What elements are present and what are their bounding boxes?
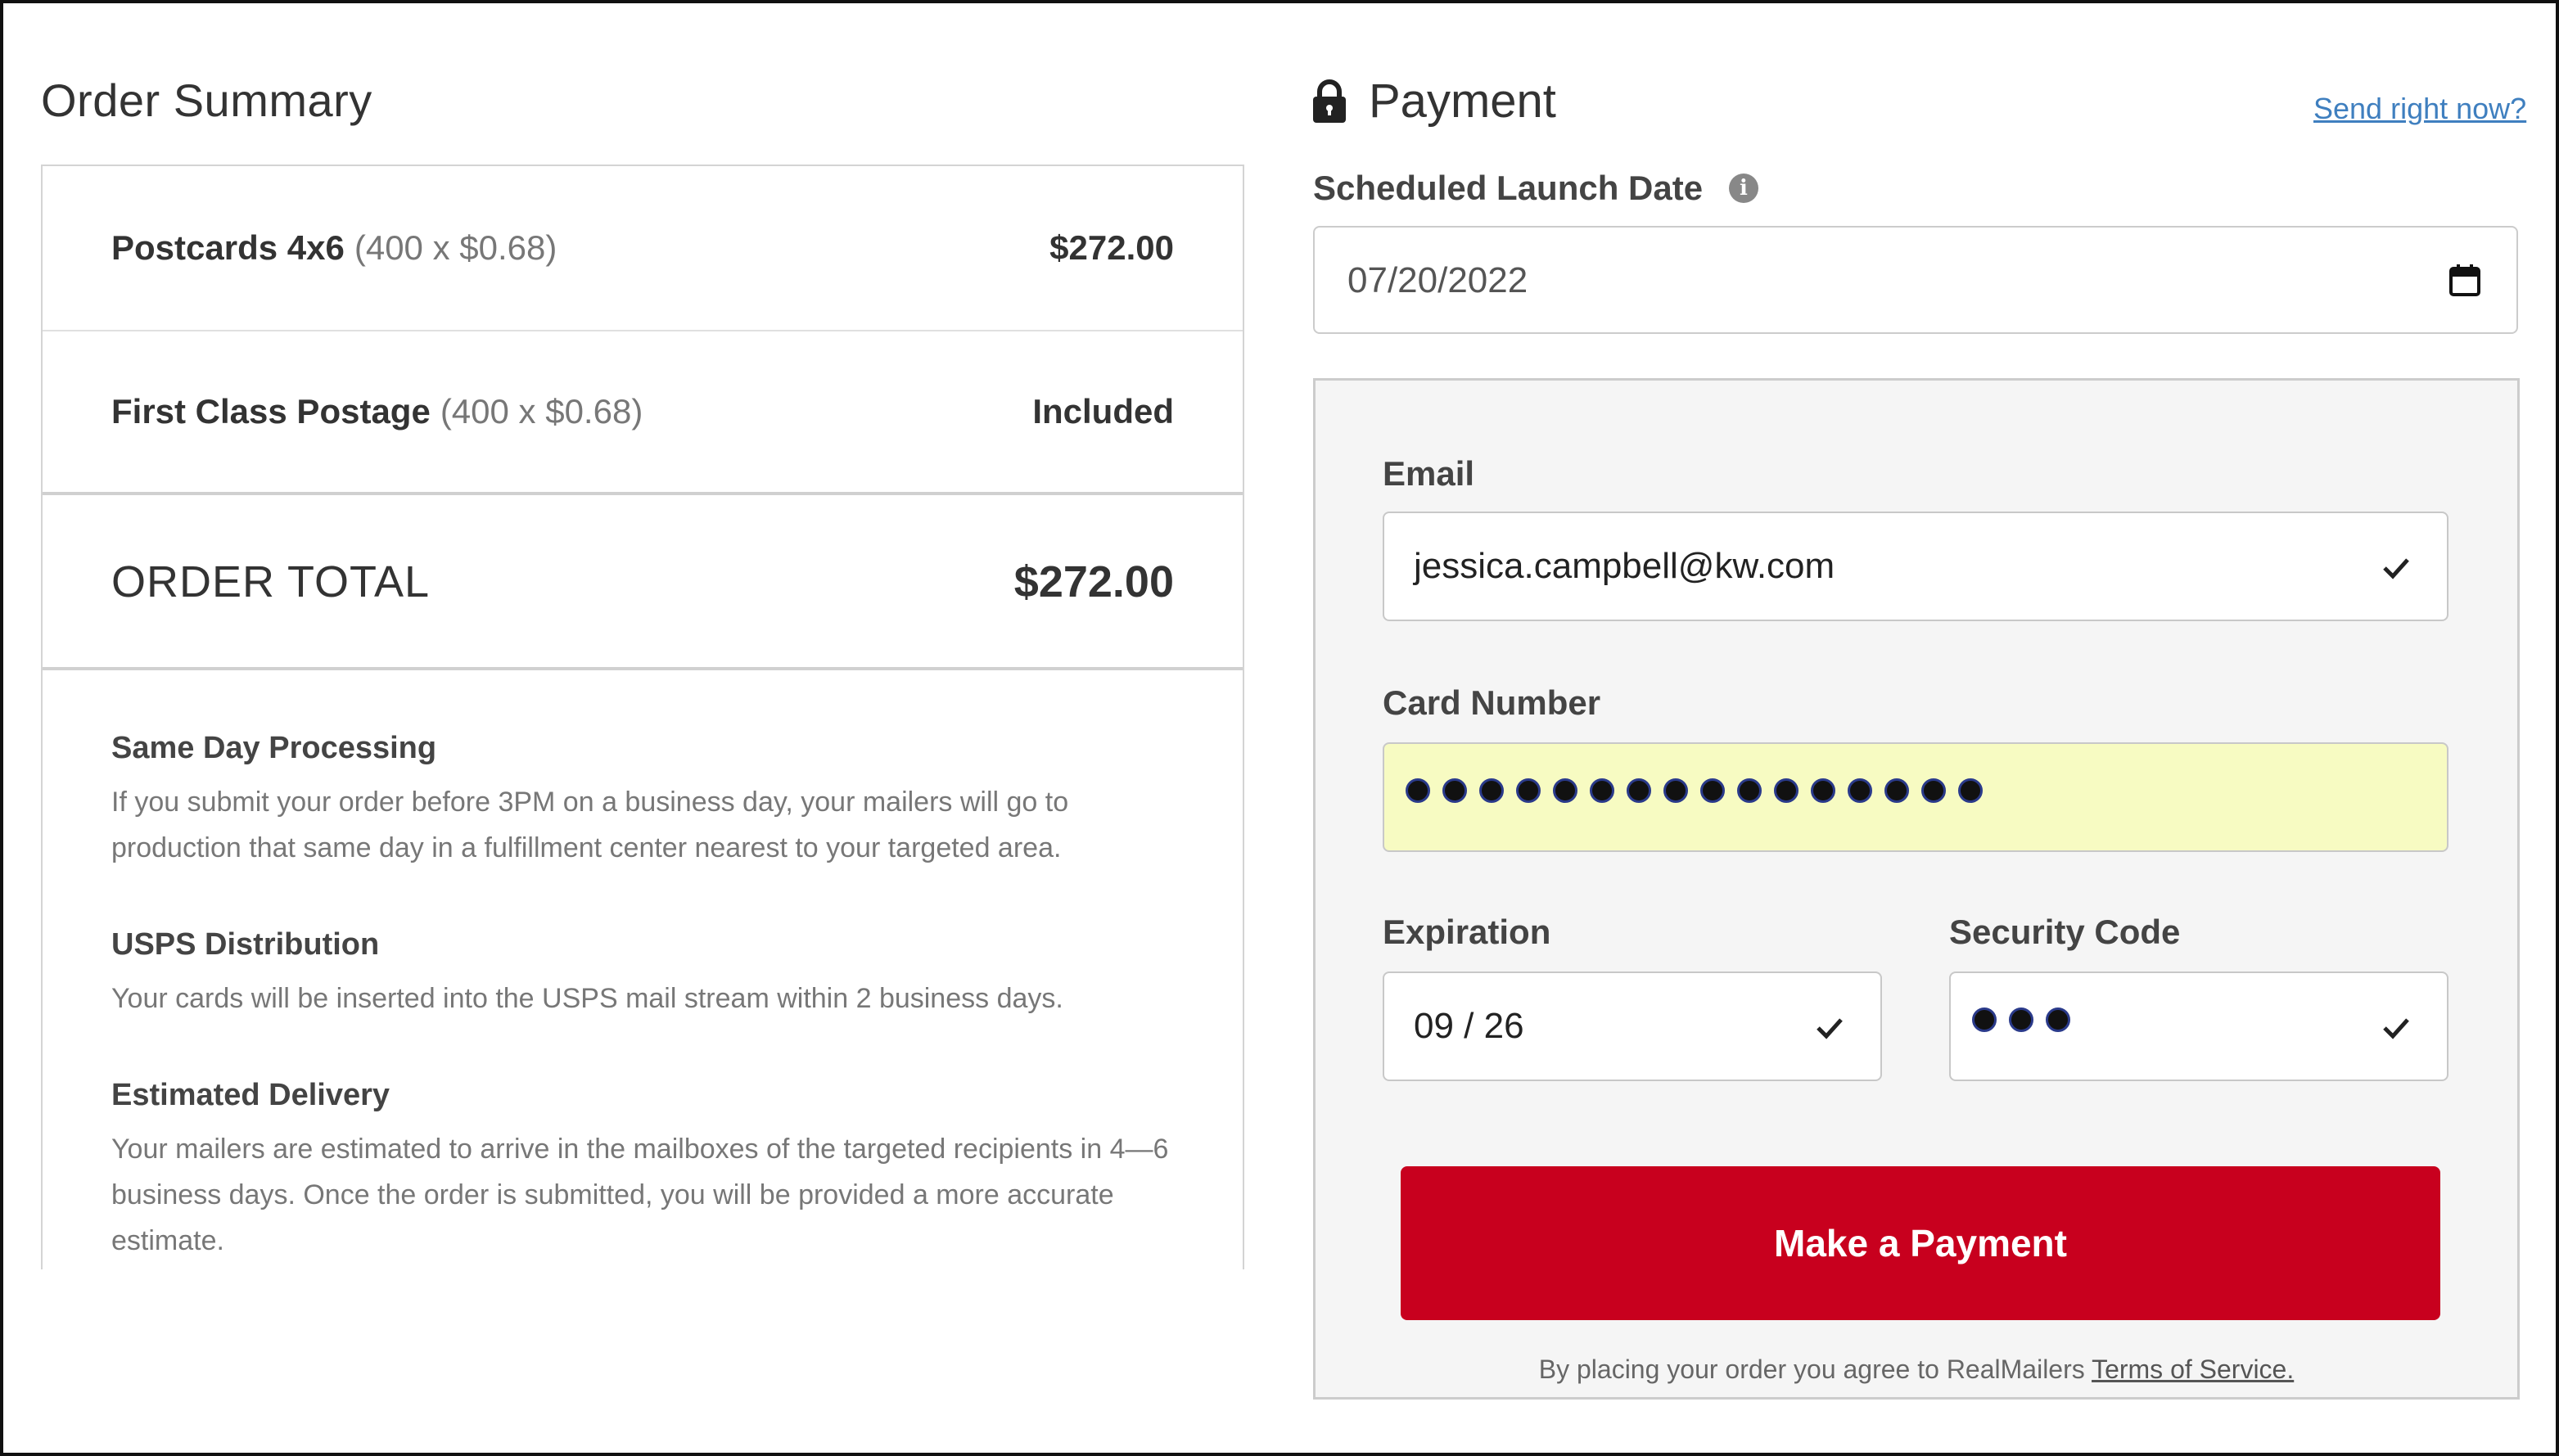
security-code-field[interactable] bbox=[1949, 971, 2448, 1081]
line-item-description: First Class Postage (400 x $0.68) bbox=[111, 392, 643, 431]
mask-dot bbox=[1884, 778, 1909, 803]
launch-date-input[interactable]: 07/20/2022 bbox=[1313, 226, 2518, 334]
line-item-name: Postcards 4x6 bbox=[111, 228, 345, 267]
mask-dot bbox=[1958, 778, 1983, 803]
mask-dot bbox=[1406, 778, 1430, 803]
mask-dot bbox=[1737, 778, 1762, 803]
make-payment-button[interactable]: Make a Payment bbox=[1401, 1166, 2440, 1320]
line-item: Postcards 4x6 (400 x $0.68) $272.00 bbox=[43, 166, 1243, 331]
launch-date-label: Scheduled Launch Date bbox=[1313, 169, 1704, 207]
terms-text: By placing your order you agree to RealM… bbox=[1538, 1355, 2085, 1384]
payment-title: Payment bbox=[1369, 74, 1556, 128]
mask-dot bbox=[1627, 778, 1651, 803]
terms-of-service-link[interactable]: Terms of Service. bbox=[2092, 1355, 2294, 1384]
email-field[interactable]: jessica.campbell@kw.com bbox=[1383, 512, 2448, 621]
expiration-value: 09 / 26 bbox=[1414, 1006, 1524, 1046]
expiration-field[interactable]: 09 / 26 bbox=[1383, 971, 1882, 1081]
info-icon[interactable]: i bbox=[1729, 174, 1758, 203]
line-item-description: Postcards 4x6 (400 x $0.68) bbox=[111, 228, 557, 268]
expiration-label: Expiration bbox=[1383, 913, 1551, 951]
line-item-detail: (400 x $0.68) bbox=[440, 392, 643, 430]
line-item: First Class Postage (400 x $0.68) Include… bbox=[43, 331, 1243, 495]
security-code-mask bbox=[1972, 1007, 2070, 1032]
order-total-label: ORDER TOTAL bbox=[111, 557, 431, 606]
info-estimated-delivery: Estimated Delivery Your mailers are esti… bbox=[111, 1078, 1192, 1264]
email-value: jessica.campbell@kw.com bbox=[1414, 546, 1835, 586]
order-summary-title: Order Summary bbox=[41, 74, 372, 126]
mask-dot bbox=[1972, 1007, 1997, 1032]
mask-dot bbox=[1774, 778, 1799, 803]
mask-dot bbox=[1479, 778, 1504, 803]
card-number-field[interactable] bbox=[1383, 742, 2448, 852]
info-text: Your mailers are estimated to arrive in … bbox=[111, 1134, 1169, 1256]
mask-dot bbox=[1700, 778, 1725, 803]
check-icon bbox=[1817, 1018, 1843, 1039]
calendar-icon[interactable] bbox=[2449, 264, 2480, 296]
email-label: Email bbox=[1383, 454, 1475, 493]
mask-dot bbox=[1921, 778, 1946, 803]
card-number-label: Card Number bbox=[1383, 683, 1601, 722]
security-code-label: Security Code bbox=[1949, 913, 2181, 951]
mask-dot bbox=[1442, 778, 1467, 803]
order-summary-panel: Postcards 4x6 (400 x $0.68) $272.00 First… bbox=[41, 165, 1244, 1269]
info-text: If you submit your order before 3PM on a… bbox=[111, 787, 1069, 863]
line-item-name: First Class Postage bbox=[111, 392, 431, 430]
info-heading: Same Day Processing bbox=[111, 731, 437, 765]
mask-dot bbox=[2046, 1007, 2070, 1032]
info-heading: Estimated Delivery bbox=[111, 1078, 390, 1112]
check-icon bbox=[2383, 1018, 2409, 1039]
line-item-price: Included bbox=[1032, 392, 1174, 430]
lock-icon bbox=[1313, 79, 1346, 123]
mask-dot bbox=[1553, 778, 1577, 803]
check-icon bbox=[2383, 558, 2409, 579]
order-total-row: ORDER TOTAL $272.00 bbox=[43, 497, 1243, 670]
info-heading: USPS Distribution bbox=[111, 927, 380, 962]
mask-dot bbox=[1663, 778, 1688, 803]
order-total-value: $272.00 bbox=[1013, 557, 1174, 606]
send-right-now-link[interactable]: Send right now? bbox=[2313, 92, 2526, 126]
line-item-price: $272.00 bbox=[1049, 228, 1174, 267]
mask-dot bbox=[2009, 1007, 2033, 1032]
mask-dot bbox=[1516, 778, 1541, 803]
terms-notice: By placing your order you agree to RealM… bbox=[1316, 1355, 2517, 1385]
mask-dot bbox=[1848, 778, 1872, 803]
launch-date-value: 07/20/2022 bbox=[1347, 260, 1528, 300]
payment-form-panel: Email jessica.campbell@kw.com Card Numbe… bbox=[1313, 378, 2520, 1400]
info-usps-distribution: USPS Distribution Your cards will be ins… bbox=[111, 927, 1192, 1021]
info-same-day-processing: Same Day Processing If you submit your o… bbox=[111, 731, 1192, 871]
info-text: Your cards will be inserted into the USP… bbox=[111, 983, 1063, 1014]
mask-dot bbox=[1590, 778, 1614, 803]
card-number-mask bbox=[1406, 778, 1983, 803]
line-item-detail: (400 x $0.68) bbox=[354, 228, 557, 267]
mask-dot bbox=[1811, 778, 1835, 803]
